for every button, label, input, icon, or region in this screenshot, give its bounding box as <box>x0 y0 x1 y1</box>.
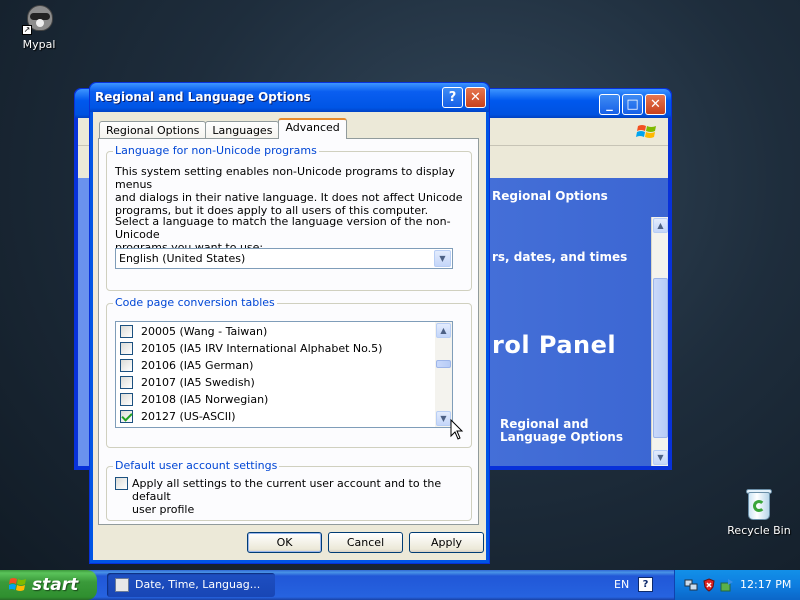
update-icon[interactable] <box>720 578 734 592</box>
apply-all-users-label: Apply all settings to the current user a… <box>132 477 471 516</box>
desktop-icon-label: Recycle Bin <box>727 524 791 537</box>
regional-language-item[interactable]: Regional and Language Options <box>500 418 623 444</box>
checkbox[interactable] <box>115 477 128 490</box>
windows-flag-icon <box>636 125 656 138</box>
list-item[interactable]: 20105 (IA5 IRV International Alphabet No… <box>120 340 382 357</box>
category-title: rs, dates, and times <box>492 250 628 264</box>
checkbox[interactable] <box>120 359 133 372</box>
raccoon-icon: ↗ <box>22 3 56 35</box>
list-item[interactable]: 20127 (US-ASCII) <box>120 408 236 425</box>
label-line: Apply all settings to the current user a… <box>132 477 442 503</box>
list-item[interactable]: 20108 (IA5 Norwegian) <box>120 391 268 408</box>
language-select-value: English (United States) <box>119 252 246 265</box>
vertical-scrollbar[interactable]: ▲ ▼ <box>651 217 668 466</box>
dialog-title: Regional and Language Options <box>95 90 311 104</box>
desktop-icon-mypal[interactable]: ↗ Mypal <box>4 3 74 51</box>
apply-button[interactable]: Apply <box>409 532 484 553</box>
taskbar-item-date-time[interactable]: Date, Time, Languag... <box>107 573 275 597</box>
minimize-button[interactable]: _ <box>599 94 620 115</box>
close-button[interactable]: ✕ <box>645 94 666 115</box>
list-item[interactable]: 20106 (IA5 German) <box>120 357 253 374</box>
tab-advanced[interactable]: Advanced <box>278 118 347 139</box>
code-page-list[interactable]: 20005 (Wang - Taiwan) 20105 (IA5 IRV Int… <box>115 321 453 428</box>
maximize-button[interactable]: □ <box>622 94 643 115</box>
control-panel-heading: rol Panel <box>492 331 617 359</box>
list-item-label: 20105 (IA5 IRV International Alphabet No… <box>141 342 383 355</box>
clock[interactable]: 12:17 PM <box>740 578 791 591</box>
checkbox[interactable] <box>120 376 133 389</box>
close-button[interactable]: ✕ <box>465 87 486 108</box>
language-select[interactable]: English (United States) ▼ <box>115 248 453 269</box>
tab-regional-options[interactable]: Regional Options <box>99 121 207 139</box>
list-item-label: 20127 (US-ASCII) <box>141 410 236 423</box>
scroll-up-button[interactable]: ▲ <box>653 218 668 233</box>
list-item-label: 20107 (IA5 Swedish) <box>141 376 255 389</box>
dialog-title-bar[interactable]: Regional and Language Options ? ✕ <box>90 83 489 112</box>
tab-strip: Regional Options Languages Advanced <box>99 118 347 139</box>
default-user-group: Default user account settings Apply all … <box>106 459 472 521</box>
ok-button[interactable]: OK <box>247 532 322 553</box>
item-label-line: Language Options <box>500 430 623 444</box>
scroll-thumb[interactable] <box>436 360 451 368</box>
group-label: Language for non-Unicode programs <box>113 144 319 157</box>
description-line: and dialogs in their native language. It… <box>115 191 463 204</box>
list-item-label: 20005 (Wang - Taiwan) <box>141 325 268 338</box>
scroll-down-button[interactable]: ▼ <box>653 450 668 465</box>
chevron-down-icon[interactable]: ▼ <box>434 250 451 267</box>
language-indicator[interactable]: EN <box>614 578 629 591</box>
prompt-line: Select a language to match the language … <box>115 215 451 241</box>
tab-languages[interactable]: Languages <box>205 121 280 139</box>
taskbar: start Date, Time, Languag... EN ? 12:17 … <box>0 570 800 600</box>
dialog-body: Regional Options Languages Advanced Lang… <box>93 112 486 560</box>
list-scrollbar[interactable]: ▲ ▼ <box>435 322 452 427</box>
list-item-label: 20108 (IA5 Norwegian) <box>141 393 269 406</box>
scroll-up-button[interactable]: ▲ <box>436 323 451 338</box>
cancel-button[interactable]: Cancel <box>328 532 403 553</box>
scroll-thumb[interactable] <box>653 278 668 438</box>
start-button[interactable]: start <box>0 570 97 600</box>
desktop-icon-label: Mypal <box>22 38 56 51</box>
non-unicode-group: Language for non-Unicode programs This s… <box>106 144 472 291</box>
taskbar-item-label: Date, Time, Languag... <box>135 578 261 591</box>
apply-all-users-option[interactable]: Apply all settings to the current user a… <box>115 477 471 516</box>
checkbox[interactable] <box>120 342 133 355</box>
list-item[interactable]: 20005 (Wang - Taiwan) <box>120 323 267 340</box>
mouse-cursor-icon <box>450 419 464 440</box>
code-page-group: Code page conversion tables 20005 (Wang … <box>106 296 472 448</box>
regional-language-dialog[interactable]: Regional and Language Options ? ✕ Region… <box>89 82 490 564</box>
advanced-tab-page: Language for non-Unicode programs This s… <box>98 138 479 525</box>
checkbox[interactable] <box>120 393 133 406</box>
checkbox[interactable] <box>120 325 133 338</box>
non-unicode-description: This system setting enables non-Unicode … <box>115 165 471 217</box>
scroll-down-button[interactable]: ▼ <box>436 411 451 426</box>
network-icon[interactable] <box>684 578 698 592</box>
list-item-label: 20106 (IA5 German) <box>141 359 254 372</box>
group-label: Code page conversion tables <box>113 296 277 309</box>
group-label: Default user account settings <box>113 459 280 472</box>
help-icon[interactable]: ? <box>638 577 653 592</box>
security-shield-icon[interactable] <box>702 578 716 592</box>
label-line: user profile <box>132 503 195 516</box>
desktop-icon-recycle-bin[interactable]: Recycle Bin <box>724 487 794 537</box>
regional-options-link[interactable]: Regional Options <box>492 189 608 203</box>
start-label: start <box>32 575 79 595</box>
description-line: This system setting enables non-Unicode … <box>115 165 455 191</box>
recycle-bin-icon <box>744 487 774 521</box>
windows-logo-icon <box>9 578 26 591</box>
help-button[interactable]: ? <box>442 87 463 108</box>
checkbox-checked[interactable] <box>120 410 133 423</box>
list-item[interactable]: 20107 (IA5 Swedish) <box>120 374 255 391</box>
control-panel-icon <box>115 578 129 592</box>
